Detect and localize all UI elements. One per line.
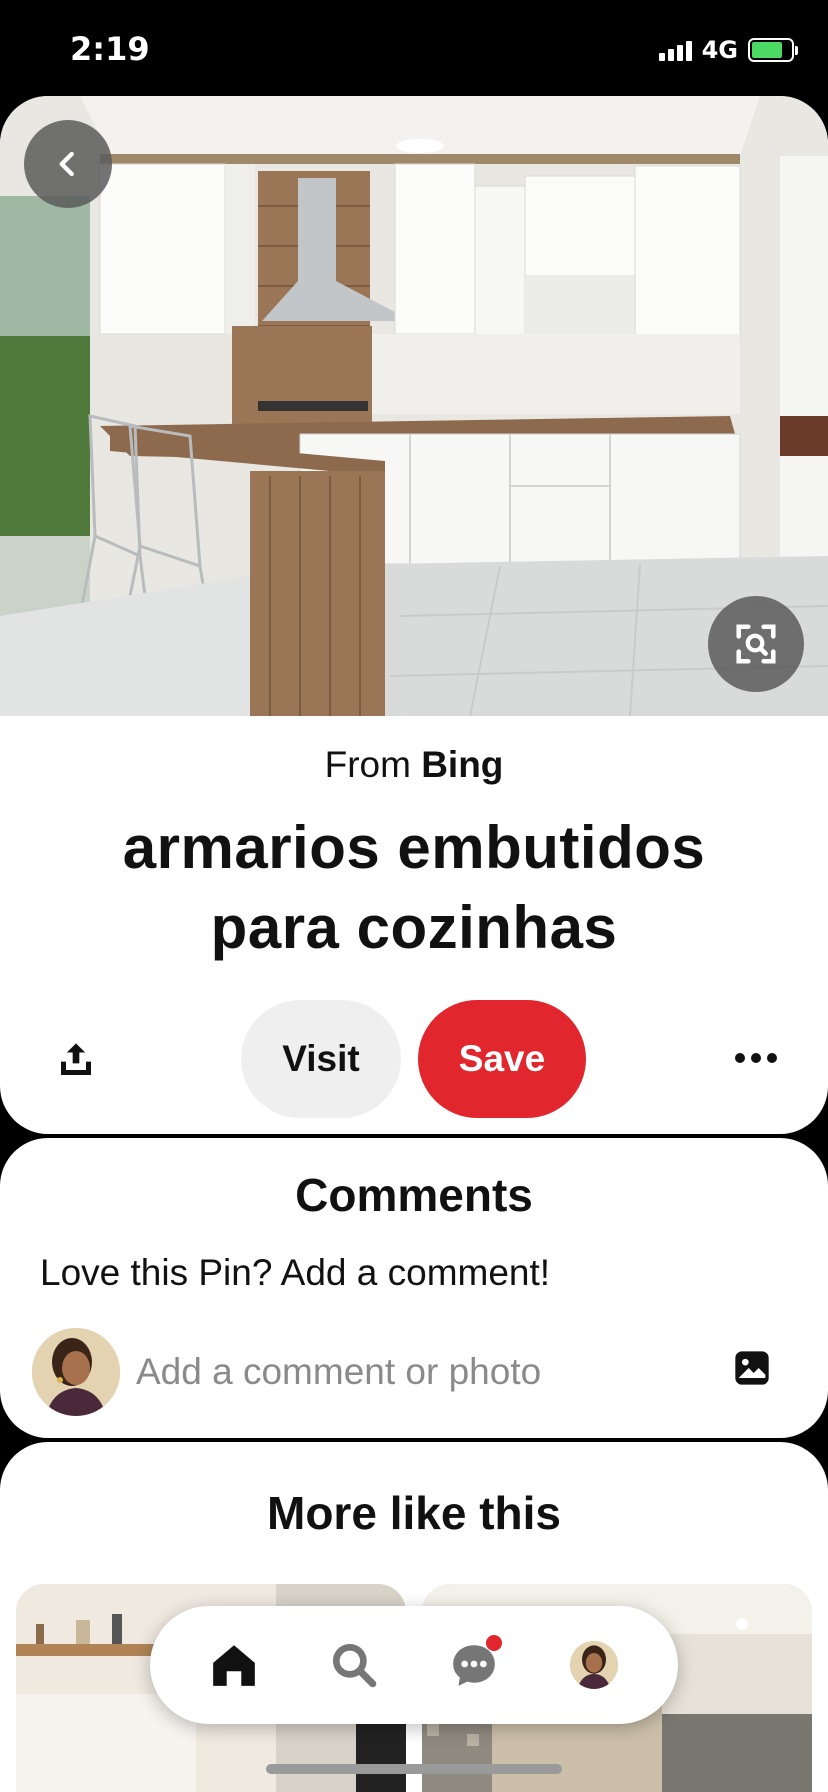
source-name[interactable]: Bing [421, 744, 503, 785]
home-indicator [266, 1764, 562, 1774]
comments-prompt: Love this Pin? Add a comment! [40, 1252, 551, 1293]
kitchen-photo [0, 96, 828, 716]
pin-action-row: Visit Save [0, 998, 828, 1120]
visit-button[interactable]: Visit [241, 1000, 401, 1118]
back-button[interactable] [24, 120, 112, 208]
bottom-nav [150, 1606, 678, 1724]
signal-icon [658, 39, 692, 61]
more-like-this-title: More like this [267, 1487, 561, 1539]
comment-input[interactable] [136, 1334, 696, 1410]
ellipsis-icon [735, 1053, 745, 1063]
comments-section: Comments Love this Pin? Add a comment! [0, 1138, 828, 1438]
status-time: 2:19 [70, 30, 150, 68]
pin-source[interactable]: From Bing [0, 744, 828, 786]
share-icon [61, 1043, 91, 1075]
network-label: 4G [701, 36, 738, 64]
battery-fill [752, 42, 783, 58]
pin-title: armarios embutidos para cozinhas [122, 814, 706, 961]
comments-title: Comments [295, 1169, 533, 1221]
nav-search[interactable] [322, 1633, 386, 1697]
status-icons: 4G [658, 36, 798, 64]
add-photo-button[interactable] [732, 1348, 772, 1388]
profile-avatar [570, 1641, 618, 1689]
nav-messages[interactable] [442, 1633, 506, 1697]
search-icon [332, 1643, 377, 1688]
visual-search-icon [736, 624, 776, 664]
chevron-left-icon [59, 151, 74, 177]
more-options-button[interactable] [728, 1038, 784, 1078]
status-bar: 2:19 4G [0, 0, 828, 96]
home-icon [213, 1645, 255, 1686]
pin-card: From Bing armarios embutidos para cozinh… [0, 96, 828, 1134]
battery-icon [748, 38, 798, 62]
visual-search-button[interactable] [708, 596, 804, 692]
nav-home[interactable] [202, 1633, 266, 1697]
user-avatar [32, 1328, 120, 1416]
notification-badge [486, 1635, 502, 1651]
share-button[interactable] [50, 1034, 102, 1086]
source-prefix: From [324, 744, 411, 785]
image-icon [735, 1351, 769, 1385]
nav-profile[interactable] [562, 1633, 626, 1697]
save-button[interactable]: Save [418, 1000, 586, 1118]
pin-image[interactable] [0, 96, 828, 716]
